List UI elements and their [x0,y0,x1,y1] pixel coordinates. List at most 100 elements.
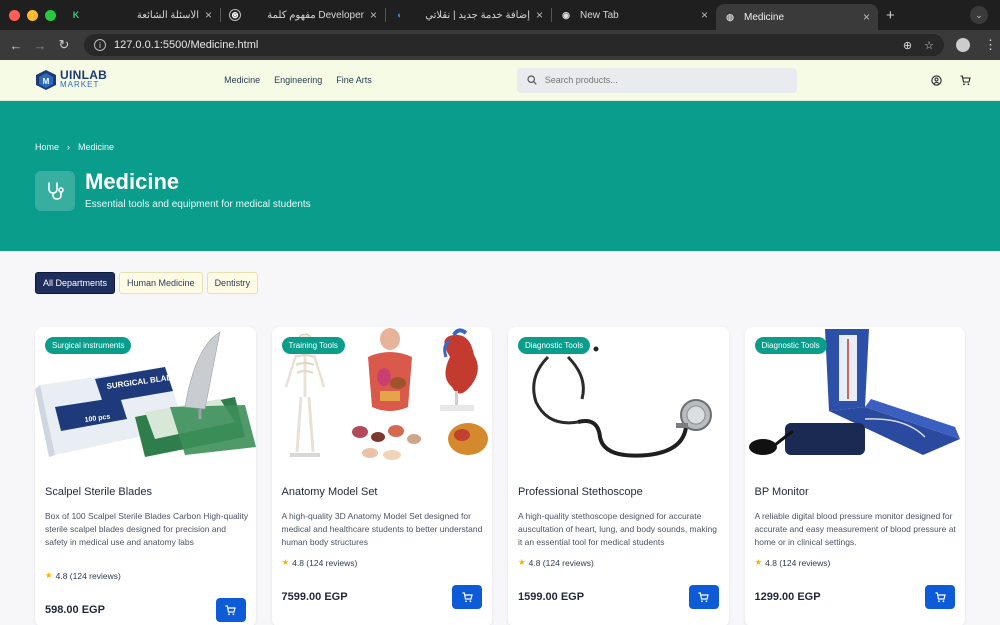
close-window-button[interactable] [9,9,20,21]
product-title[interactable]: Anatomy Model Set [282,486,378,498]
minimize-window-button[interactable] [27,9,38,21]
product-rating: ★ 4.8 (124 reviews) [45,570,121,581]
product-image[interactable]: Training Tools [271,327,492,467]
category-badge: Surgical instruments [45,337,132,354]
product-description: A high-quality 3D Anatomy Model Set desi… [281,511,483,547]
filter-all-departments[interactable]: All Departments [35,272,116,294]
window-controls [0,9,62,21]
site-info-icon[interactable]: i [94,39,106,51]
add-to-cart-button[interactable] [925,585,955,609]
product-card[interactable]: Training Tools Anatomy Model Set A high-… [271,327,492,625]
cart-icon [698,591,709,602]
nav-link-engineering[interactable]: Engineering [274,75,322,85]
product-rating: ★ 4.8 (124 reviews) [282,557,358,568]
search-bar [516,67,797,93]
nav-link-fine-arts[interactable]: Fine Arts [336,75,372,85]
browser-tab-bar: K الأسئلة الشائعة × ⊛ مفهوم كلمة Develop… [0,0,1000,30]
product-card[interactable]: Surgical instruments SURGICAL BLADES 100… [35,327,256,625]
add-to-cart-button[interactable] [688,585,719,609]
product-price: 1299.00 EGP [754,591,821,603]
filter-dentistry[interactable]: Dentistry [206,272,259,294]
product-price: 7599.00 EGP [281,591,348,603]
product-description: A reliable digital blood pressure monito… [754,511,956,547]
category-badge: Diagnostic Tools [754,337,827,354]
cart-icon [225,604,236,615]
product-image[interactable]: Diagnostic Tools [744,327,965,467]
category-badge: Diagnostic Tools [518,337,591,354]
rating-text: 4.8 (124 reviews) [765,557,831,568]
chevron-right-icon: › [67,142,71,152]
star-icon: ★ [281,557,290,567]
search-icon [527,75,537,85]
page-title: Medicine [85,169,180,194]
product-card[interactable]: Diagnostic Tools BP Monitor A reliable d… [744,327,965,625]
address-bar: ← → ↻ i 127.0.0.1:5500/Medicine.html ⊕ ☆… [0,30,1000,60]
tab-search-button[interactable]: ⌄ [970,6,988,24]
reload-icon[interactable]: ↻ [52,37,76,53]
product-image[interactable]: Diagnostic Tools [508,327,729,467]
rating-text: 4.8 (124 reviews) [292,557,358,568]
search-input[interactable] [544,75,775,85]
product-description: Box of 100 Scalpel Sterile Blades Carbon… [45,511,249,547]
browser-tab[interactable]: K الأسئلة الشائعة × [62,4,220,26]
product-image[interactable]: Surgical instruments SURGICAL BLADES 100… [35,327,256,467]
main-nav: Medicine Engineering Fine Arts [224,75,372,85]
browser-menu-icon[interactable]: ⋮ [984,37,997,53]
breadcrumb-home-link[interactable]: Home [35,142,59,152]
extension-icon[interactable] [956,38,970,52]
star-icon: ★ [754,557,763,567]
product-description: A high-quality stethoscope designed for … [518,511,717,547]
browser-tab[interactable]: ◉ New Tab × [552,4,716,26]
tab-title: New Tab [580,9,619,21]
browser-tab[interactable]: ⊛ مفهوم كلمة Developer × [221,4,385,26]
star-icon: ★ [45,570,53,580]
product-price: 598.00 EGP [45,604,105,616]
star-icon: ★ [518,557,526,567]
breadcrumb-current: Medicine [78,142,115,152]
zoom-icon[interactable]: ⊕ [903,39,912,52]
product-grid: Surgical instruments SURGICAL BLADES 100… [35,327,965,625]
maximize-window-button[interactable] [45,9,56,21]
tab-favicon-icon: ◐ [397,10,403,20]
page-subtitle: Essential tools and equipment for medica… [85,199,311,210]
tab-title: إضافة خدمة جديد | نقلاتي [425,9,530,21]
globe-icon: ◍ [726,11,734,22]
tab-close-icon[interactable]: × [701,8,708,22]
product-card[interactable]: Diagnostic Tools Professional Stethoscop… [508,327,729,625]
new-tab-button[interactable]: + [886,7,895,24]
product-title[interactable]: Scalpel Sterile Blades [45,486,152,498]
browser-tab[interactable]: ◐ إضافة خدمة جديد | نقلاتي × [386,4,551,26]
browser-tab-active[interactable]: ◍ Medicine × [716,4,878,30]
add-to-cart-button[interactable] [215,598,246,622]
tab-title: Medicine [744,11,785,23]
back-arrow-icon[interactable]: ← [4,38,28,53]
tab-close-icon[interactable]: × [370,8,377,22]
cart-icon [462,591,473,602]
shopping-cart-icon[interactable] [960,74,971,86]
tab-close-icon[interactable]: × [536,8,543,22]
category-badge: Training Tools [281,337,345,354]
product-title[interactable]: Professional Stethoscope [518,486,643,498]
tab-close-icon[interactable]: × [863,10,870,24]
site-logo[interactable]: M UINLAB MARKET [35,69,107,91]
product-title[interactable]: BP Monitor [755,486,809,498]
rating-text: 4.8 (124 reviews) [528,557,594,568]
user-account-icon[interactable] [931,74,942,86]
breadcrumb: Home › Medicine [35,142,114,152]
product-rating: ★ 4.8 (124 reviews) [518,557,594,568]
bookmark-star-icon[interactable]: ☆ [924,39,934,52]
rating-text: 4.8 (124 reviews) [55,570,121,581]
logo-mark-icon: M [36,70,56,90]
stethoscope-icon [48,182,64,200]
logo-text-primary: UINLAB [60,68,108,82]
nav-link-medicine[interactable]: Medicine [224,75,260,85]
url-field[interactable]: i 127.0.0.1:5500/Medicine.html ⊕ ☆ [84,34,944,56]
cart-icon [935,591,946,602]
tab-title: الأسئلة الشائعة [136,9,199,21]
department-filters: All Departments Human Medicine Dentistry [35,272,259,294]
hero-category-badge [35,171,75,211]
forward-arrow-icon[interactable]: → [28,38,52,53]
add-to-cart-button[interactable] [452,585,482,609]
tab-close-icon[interactable]: × [205,8,212,22]
filter-human-medicine[interactable]: Human Medicine [119,272,203,294]
